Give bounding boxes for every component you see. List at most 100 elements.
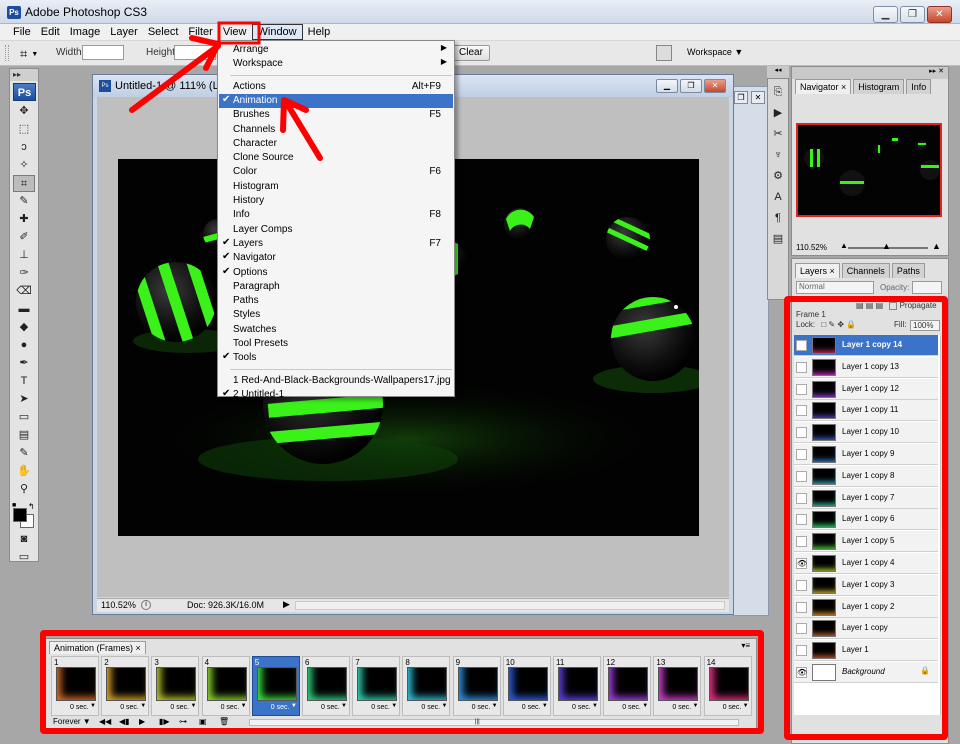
opacity-input[interactable]: [912, 281, 942, 294]
navigator-thumbnail[interactable]: [796, 123, 942, 217]
window-menu-item-layer-comps[interactable]: Layer Comps: [219, 223, 453, 237]
menu-file[interactable]: File: [8, 24, 36, 40]
layer-row[interactable]: Layer 1 copy 5: [794, 531, 938, 553]
doc-minimize-button[interactable]: ▁: [656, 79, 678, 93]
panel-menu-icon[interactable]: ▾≡: [741, 641, 750, 650]
animation-frame[interactable]: 12 0 sec. ▼: [603, 656, 652, 716]
restore-button[interactable]: ❐: [900, 6, 925, 23]
character-panel-icon[interactable]: A: [770, 189, 786, 205]
workspace-icon[interactable]: [656, 45, 672, 61]
frame-delay[interactable]: 0 sec.: [271, 704, 290, 711]
window-menu-item-brushes[interactable]: Brushes F5: [219, 108, 453, 122]
foreground-color-swatch[interactable]: [13, 508, 27, 522]
frame-delay[interactable]: 0 sec.: [672, 704, 691, 711]
visibility-toggle[interactable]: [796, 623, 807, 635]
layer-row[interactable]: 👁 Layer 1 copy 4: [794, 553, 938, 574]
chevron-down-icon[interactable]: ▼: [492, 703, 498, 709]
layer-row[interactable]: Layer 1 copy 13: [794, 356, 938, 378]
gradient-icon[interactable]: ▬: [13, 301, 35, 318]
tab-channels[interactable]: Channels: [841, 263, 890, 278]
zoom-level[interactable]: 110.52%: [101, 600, 136, 610]
close-icon[interactable]: ✕: [751, 91, 765, 104]
horizontal-scrollbar[interactable]: [295, 601, 725, 610]
minimize-button[interactable]: ▁: [873, 6, 898, 23]
ps-logo[interactable]: Ps: [13, 83, 36, 101]
frame-delay[interactable]: 0 sec.: [572, 704, 591, 711]
play-button[interactable]: ▶: [139, 717, 145, 726]
lasso-icon[interactable]: ↄ: [13, 139, 35, 156]
window-menu-item-histogram[interactable]: Histogram: [219, 180, 453, 194]
animation-frame[interactable]: 11 0 sec. ▼: [553, 656, 601, 716]
visibility-toggle[interactable]: [796, 579, 807, 591]
window-menu-item-info[interactable]: Info F8: [219, 208, 453, 222]
zoom-out-icon[interactable]: ▲: [840, 241, 848, 250]
chevron-down-icon[interactable]: ▼: [190, 703, 196, 709]
tools-panel-header[interactable]: ▸▸: [10, 69, 38, 81]
slice-icon[interactable]: ✎: [13, 193, 35, 210]
status-menu-arrow-icon[interactable]: ▶: [283, 599, 290, 610]
eyedropper-icon[interactable]: ✎: [13, 445, 35, 462]
paragraph-panel-icon[interactable]: ¶: [770, 210, 786, 226]
chevron-down-icon[interactable]: ▼: [90, 703, 96, 709]
frame-delay[interactable]: 0 sec.: [70, 704, 89, 711]
hand-icon[interactable]: ✋: [13, 463, 35, 480]
visibility-toggle[interactable]: [796, 601, 807, 613]
layer-row[interactable]: Layer 1 copy: [794, 618, 938, 640]
eye-icon[interactable]: 👁: [796, 558, 807, 569]
window-menu-item-character[interactable]: Character: [219, 137, 453, 151]
frame-delay[interactable]: 0 sec.: [371, 704, 390, 711]
frame-delay[interactable]: 0 sec.: [120, 704, 139, 711]
visibility-toggle[interactable]: [796, 361, 807, 373]
frame-delay[interactable]: 0 sec.: [221, 704, 240, 711]
frame-delay[interactable]: 0 sec.: [622, 704, 641, 711]
move-icon[interactable]: ✥: [13, 103, 35, 120]
window-menu-item-paragraph[interactable]: Paragraph: [219, 280, 453, 294]
frame-delay[interactable]: 0 sec.: [472, 704, 491, 711]
layer-row[interactable]: Layer 1 copy 12: [794, 378, 938, 400]
workspace-menu[interactable]: Workspace ▼: [687, 47, 743, 57]
layer-row[interactable]: Layer 1 copy 10: [794, 422, 938, 444]
chevron-down-icon[interactable]: ▼: [341, 703, 347, 709]
window-menu-item-workspace[interactable]: Workspace ▶: [219, 57, 453, 71]
navigator-zoom-value[interactable]: 110.52%: [796, 243, 827, 252]
tab-info[interactable]: Info: [906, 79, 932, 94]
frame-delay[interactable]: 0 sec.: [170, 704, 189, 711]
window-menu-item-history[interactable]: History: [219, 194, 453, 208]
height-input[interactable]: [174, 45, 216, 60]
window-menu-item-tool-presets[interactable]: Tool Presets: [219, 337, 453, 351]
frame-delay[interactable]: 0 sec.: [522, 704, 541, 711]
window-menu-item-tools[interactable]: ✔ Tools: [219, 351, 453, 365]
next-frame-button[interactable]: ▮▶: [159, 717, 170, 726]
doc-restore-button[interactable]: ❐: [680, 79, 702, 93]
panel-collapse-icon[interactable]: ▸▸ ✕: [792, 67, 948, 79]
first-frame-button[interactable]: ◀◀: [99, 717, 111, 726]
menu-image[interactable]: Image: [65, 24, 106, 40]
actions-panel-icon[interactable]: ▶: [770, 105, 786, 121]
zoom-slider-handle[interactable]: ▲: [882, 241, 891, 251]
status-info-icon[interactable]: i: [141, 600, 151, 610]
width-input[interactable]: [82, 45, 124, 60]
dock-collapse-handle[interactable]: ◂◂: [767, 66, 789, 78]
animation-frame[interactable]: 14 0 sec. ▼: [703, 656, 752, 716]
layer-row[interactable]: Layer 1 copy 7: [794, 487, 938, 509]
visibility-toggle[interactable]: [796, 492, 807, 504]
history-brush-icon[interactable]: ✑: [13, 265, 35, 282]
tab-paths[interactable]: Paths: [891, 263, 925, 278]
layer-row[interactable]: Layer 1 copy 8: [794, 465, 938, 487]
layer-row[interactable]: Layer 1 copy 11: [794, 400, 938, 422]
chevron-down-icon[interactable]: ▼: [291, 703, 297, 709]
visibility-toggle[interactable]: [796, 340, 807, 351]
history-panel-icon[interactable]: ⎘: [770, 84, 786, 100]
visibility-toggle[interactable]: [796, 514, 807, 526]
chevron-down-icon[interactable]: ▼: [441, 703, 447, 709]
menu-window[interactable]: Window: [251, 24, 303, 40]
notes-icon[interactable]: ▤: [13, 427, 35, 444]
propagate-checkbox[interactable]: [889, 301, 898, 310]
chevron-down-icon[interactable]: ▼: [542, 703, 548, 709]
visibility-toggle[interactable]: [796, 470, 807, 482]
animation-frame[interactable]: 7 0 sec. ▼: [352, 656, 401, 716]
propagate-frame-option[interactable]: ▤ ▤ ▤ Propagate Frame 1: [796, 301, 946, 319]
visibility-toggle[interactable]: [796, 645, 807, 657]
dodge-icon[interactable]: ●: [13, 337, 35, 354]
animation-frame[interactable]: 3 0 sec. ▼: [151, 656, 200, 716]
